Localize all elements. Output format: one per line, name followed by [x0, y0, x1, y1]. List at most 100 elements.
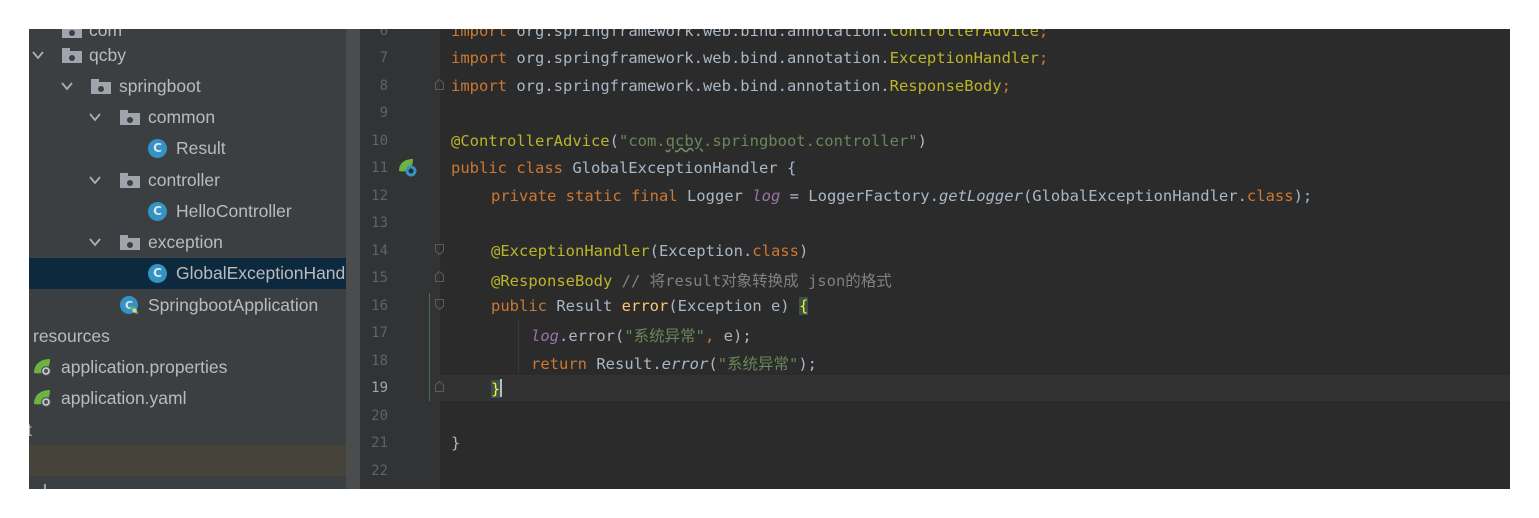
string: .springboot.controller"	[702, 132, 918, 150]
tree-item-l[interactable]: l	[29, 476, 360, 489]
keyword: import	[451, 49, 507, 67]
tree-item-label: Result	[176, 138, 226, 158]
code-text: );	[798, 355, 818, 373]
tree-item-label: SpringbootApplication	[148, 295, 319, 315]
current-line-highlight	[440, 375, 1510, 401]
class-declaration: GlobalExceptionHandler {	[562, 159, 797, 177]
spring-boot-class-icon: C	[120, 296, 138, 314]
tree-item-label: HelloController	[176, 201, 292, 221]
matched-brace: }	[491, 380, 501, 398]
semicolon: ;	[1038, 29, 1049, 40]
code-line-17: log.error("系统异常", e);	[531, 324, 752, 346]
project-tree[interactable]: com qcby springboot common C Result cont…	[29, 29, 360, 489]
string: "系统异常"	[717, 355, 799, 373]
tree-item-controller[interactable]: controller	[29, 165, 360, 196]
spring-leaf-icon	[34, 359, 51, 376]
fold-end-icon[interactable]	[435, 381, 444, 392]
spring-leaf-icon	[34, 390, 51, 407]
package-path: org.springframework.web.bind.annotation.	[507, 77, 890, 95]
keyword: public	[491, 297, 547, 315]
chevron-down-icon[interactable]	[89, 174, 101, 186]
code-text: (GlobalExceptionHandler.	[1022, 187, 1247, 205]
folder-icon	[120, 235, 140, 250]
line-number: 13	[371, 215, 388, 231]
fold-start-icon[interactable]	[435, 299, 444, 310]
tree-item-label: GlobalExceptionHandler	[176, 263, 360, 283]
keyword: import	[451, 77, 507, 95]
folder-icon	[91, 79, 111, 94]
code-text: );	[1293, 187, 1313, 205]
tree-item-springbootapplication[interactable]: C SpringbootApplication	[29, 290, 360, 321]
tree-item-label: controller	[148, 170, 220, 190]
tree-item-t[interactable]: t	[29, 415, 360, 446]
semicolon: ;	[1001, 77, 1011, 95]
chevron-down-icon[interactable]	[89, 111, 101, 123]
code-line-18: return Result.error("系统异常");	[531, 352, 817, 374]
chevron-down-icon[interactable]	[61, 80, 73, 92]
semicolon: ;	[1038, 49, 1049, 67]
code-line-16: public Result error(Exception e) {	[491, 297, 809, 315]
keyword: import	[451, 29, 507, 40]
tree-item-hellocontroller[interactable]: C HelloController	[29, 196, 360, 227]
fold-end-icon[interactable]	[435, 271, 444, 282]
line-number: 22	[371, 463, 388, 479]
line-number: 14	[371, 243, 388, 259]
tree-item-qcby[interactable]: qcby	[29, 40, 360, 71]
code-text: (Exception e)	[668, 297, 799, 315]
tree-item-application-properties[interactable]: application.properties	[29, 352, 360, 383]
paren: (	[609, 132, 619, 150]
code-text: (	[708, 355, 718, 373]
tree-item-globalexceptionhandler[interactable]: C GlobalExceptionHandler	[29, 258, 360, 289]
line-number: 20	[371, 408, 388, 424]
code-text: )	[798, 242, 809, 260]
tree-item-application-yaml[interactable]: application.yaml	[29, 383, 360, 414]
line-number: 21	[371, 435, 388, 451]
field: log	[752, 187, 781, 205]
code-line-7: import org.springframework.web.bind.anno…	[451, 49, 1048, 67]
line-number: 6	[379, 29, 388, 39]
tree-item-label: common	[148, 107, 216, 127]
keyword: class	[752, 242, 799, 260]
paren: )	[917, 132, 927, 150]
tree-item-label: resources	[33, 326, 110, 346]
line-number: 9	[379, 105, 388, 121]
fold-end-icon[interactable]	[435, 79, 444, 90]
package-path: org.springframework.web.bind.annotation.	[507, 29, 890, 40]
tree-item-label: application.properties	[61, 357, 228, 377]
code-line-10: @ControllerAdvice("com.qcby.springboot.c…	[451, 132, 927, 150]
tree-item-springboot[interactable]: springboot	[29, 71, 360, 102]
tree-item-result[interactable]: C Result	[29, 133, 360, 164]
panel-splitter[interactable]	[346, 29, 360, 489]
code-line-6: import org.springframework.web.bind.anno…	[451, 29, 1048, 40]
tree-item-highlighted[interactable]	[29, 445, 360, 476]
keyword: return	[531, 355, 587, 373]
string-typo: qcby	[665, 132, 703, 150]
static-method: error	[661, 355, 709, 373]
imported-class: ResponseBody	[889, 77, 1002, 95]
line-number: 16	[371, 298, 388, 314]
class-icon: C	[148, 139, 167, 158]
tree-item-common[interactable]: common	[29, 102, 360, 133]
annotation: @ControllerAdvice	[451, 132, 610, 150]
tree-item-resources[interactable]: resources	[29, 321, 360, 352]
string: "系统异常"	[624, 327, 705, 345]
comment: // 将result对象转换成 json的格式	[612, 272, 892, 290]
chevron-down-icon[interactable]	[32, 49, 44, 61]
folder-icon	[120, 173, 140, 188]
code-line-15: @ResponseBody // 将result对象转换成 json的格式	[491, 269, 892, 291]
spring-bean-gutter-icon[interactable]	[397, 157, 419, 179]
code-editor[interactable]: 6 7 8 9 10 11 12 13 14 15 16 17 18 19 20…	[360, 29, 1510, 489]
tree-item-label: t	[29, 420, 32, 440]
fold-start-icon[interactable]	[435, 244, 444, 255]
text-caret	[500, 379, 503, 397]
chevron-down-icon[interactable]	[89, 236, 101, 248]
string: "com.	[618, 132, 666, 150]
folder-icon	[120, 110, 140, 125]
keyword: private static final	[491, 187, 678, 205]
editor-gutter[interactable]: 6 7 8 9 10 11 12 13 14 15 16 17 18 19 20…	[360, 29, 444, 489]
tree-item-exception[interactable]: exception	[29, 227, 360, 258]
tree-item-label: application.yaml	[61, 388, 187, 408]
comma: ,	[705, 327, 715, 345]
line-number: 7	[379, 50, 388, 66]
class-icon: C	[148, 202, 167, 221]
